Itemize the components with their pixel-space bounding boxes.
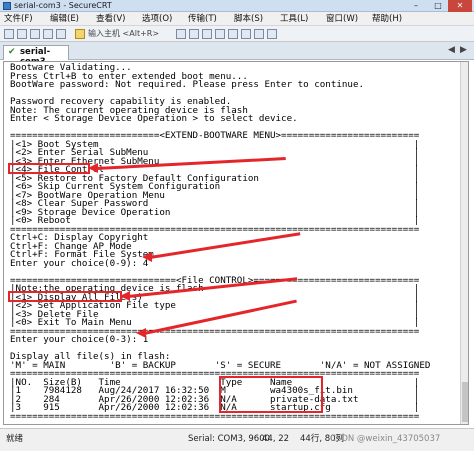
settings-icon[interactable] [228,29,238,39]
arrow-head-choice-one [136,328,146,338]
maximize-button[interactable]: □ [428,0,448,12]
highlight-file-control-box [8,163,90,174]
menu-file[interactable]: 文件(F) [4,12,33,26]
connected-check-icon: ✔ [8,47,16,57]
close-button[interactable]: ✕ [448,0,472,12]
host-input[interactable]: 输入主机 <Alt+R> [88,26,159,42]
menu-options[interactable]: 选项(O) [142,12,172,26]
connect-icon[interactable] [4,29,14,39]
disconnect-icon[interactable] [56,29,66,39]
securecrt-app-icon [3,2,11,10]
reconnect-icon[interactable] [43,29,53,39]
tab-scroll-right-icon[interactable]: ▶ [460,45,467,55]
menu-view[interactable]: 查看(V) [96,12,125,26]
terminal-line: ========================================… [10,410,420,422]
find-icon[interactable] [202,29,212,39]
status-connection: Serial: COM3, 9600 [188,434,271,444]
menu-tools[interactable]: 工具(L) [280,12,308,26]
help-icon[interactable] [267,29,277,39]
print-icon[interactable] [215,29,225,39]
highlight-file-names-box [219,376,323,413]
copy-icon[interactable] [176,29,186,39]
tab-scroll-left-icon[interactable]: ◀ [448,45,455,55]
host-input-icon [75,29,85,39]
csdn-watermark: CSDN @weixin_43705037 [330,434,441,444]
toolbar: 输入主机 <Alt+R> [0,26,474,42]
arrow-head-display-files [120,291,130,301]
terminal-line: Enter < Storage Device Operation > to se… [10,113,298,124]
key-icon[interactable] [241,29,251,39]
arrow-head-choice-four [142,252,152,262]
highlight-display-files-box [8,291,122,302]
connect-tab-icon[interactable] [30,29,40,39]
minimize-button[interactable]: – [406,0,426,12]
menu-edit[interactable]: 编辑(E) [50,12,79,26]
terminal-line: Enter your choice(0-9): 4 [10,257,149,269]
menu-help[interactable]: 帮助(H) [372,12,402,26]
map-keys-icon[interactable] [254,29,264,39]
terminal-area[interactable]: Bootware Validating... Press Ctrl+B to e… [3,61,469,425]
quick-connect-icon[interactable] [17,29,27,39]
menu-script[interactable]: 脚本(S) [234,12,263,26]
terminal-line: BootWare password: Not required. Please … [10,79,365,90]
menu-transfer[interactable]: 传输(T) [188,12,217,26]
paste-icon[interactable] [189,29,199,39]
terminal-line: Enter your choice(0-3): 1 [10,334,149,345]
arrow-line-choice-four [149,232,301,259]
status-bar: 就绪 Serial: COM3, 9600 44, 22 44行, 80列 CS… [0,428,474,451]
scrollbar-thumb[interactable] [462,382,468,422]
arrow-head-file-control [88,163,98,173]
title-bar: serial-com3 - SecureCRT – □ ✕ [0,0,474,12]
tab-serial-com3[interactable]: ✔ serial-com3 [3,45,69,67]
status-state: 就绪 [6,434,24,444]
session-tab-bar: ✔ serial-com3 ◀ ▶ [0,42,474,67]
menu-window[interactable]: 窗口(W) [326,12,358,26]
window-title: serial-com3 - SecureCRT [14,1,112,10]
status-cursor: 44, 22 [262,434,290,444]
terminal-scrollbar[interactable] [460,62,468,424]
menu-bar: 文件(F) 编辑(E) 查看(V) 选项(O) 传输(T) 脚本(S) 工具(L… [0,12,474,26]
